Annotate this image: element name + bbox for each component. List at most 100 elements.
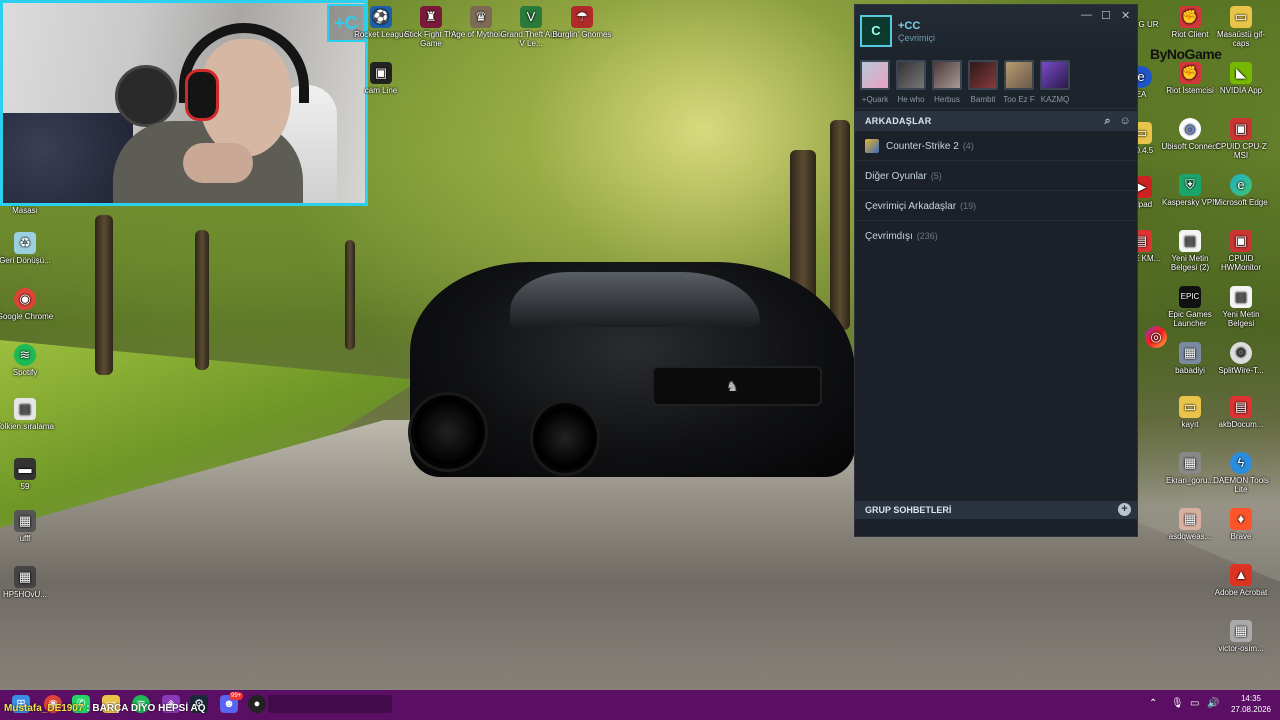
desktop-icon-hp5hovu[interactable]: ▦ HP5HOvU...	[0, 566, 56, 599]
desktop-icon-spotify[interactable]: ≋ Spotify	[0, 344, 56, 377]
friend-group-row[interactable]: Diğer Oyunlar (5)	[855, 161, 1137, 191]
pdf-icon: ▤	[1230, 396, 1252, 418]
friend-group-label: Çevrimiçi Arkadaşlar	[865, 201, 957, 212]
recent-friend-avatar[interactable]	[1040, 60, 1070, 90]
friend-group-row[interactable]: Çevrimdışı (236)	[855, 221, 1137, 251]
maximize-icon[interactable]: ☐	[1101, 9, 1111, 22]
friend-group-count: (236)	[916, 231, 938, 241]
desktop-icon-59[interactable]: ▬ 59	[0, 458, 56, 491]
taskbar-search[interactable]	[268, 695, 392, 713]
chat-username: Mustafa_DE1907	[4, 703, 84, 714]
image-file-icon: ▦	[1179, 452, 1201, 474]
desktop-icon-daemon-tools[interactable]: ϟ DAEMON Tools Lite	[1210, 452, 1272, 494]
volume-icon[interactable]: 🔊	[1207, 698, 1219, 709]
cpuz-icon: ▣	[1230, 118, 1252, 140]
stick-fight-icon: ♜	[420, 6, 442, 28]
gta-v-icon: V	[520, 6, 542, 28]
cam-line-icon: ▣	[370, 62, 392, 84]
folder-icon: ▭	[1179, 396, 1201, 418]
chevron-up-icon[interactable]: ⌃	[1149, 698, 1157, 709]
friends-window[interactable]: C +CC Çevrimiçi — ☐ ✕ +Quark He who Herb…	[854, 4, 1138, 537]
desktop-icon-masasi[interactable]: Masası	[0, 206, 56, 215]
webcam-overlay	[0, 0, 368, 206]
car-wheel	[530, 400, 600, 476]
notification-badge: 99+	[229, 692, 244, 700]
recent-friend-name: KAZMQ	[1040, 95, 1070, 104]
splitwire-icon: ⚙	[1230, 342, 1252, 364]
recent-friend-name: Herbus	[934, 95, 960, 104]
wallpaper-tree-trunk	[95, 215, 113, 375]
desktop-icon-splitwire[interactable]: ⚙ SplitWire-T...	[1210, 342, 1272, 375]
friend-group-row[interactable]: Çevrimiçi Arkadaşlar (19)	[855, 191, 1137, 221]
recent-friend-avatar[interactable]	[860, 60, 890, 90]
desktop-icon-cam-line[interactable]: ▣ cam Line	[350, 62, 412, 95]
burglin-gnomes-icon: ☂	[571, 6, 593, 28]
epic-games-icon: EPIC	[1179, 286, 1201, 308]
add-group-chat-icon[interactable]: +	[1118, 503, 1131, 516]
recent-friend-name: Too Ez F	[1003, 95, 1035, 104]
desktop-icon-recycle-bin[interactable]: ♻ Geri Dönüşü...	[0, 232, 56, 265]
desktop-icon-ufff[interactable]: ▦ ufff	[0, 510, 56, 543]
microphone-icon[interactable]: 🎙	[1171, 698, 1184, 709]
friends-header: C +CC Çevrimiçi — ☐ ✕	[855, 5, 1137, 57]
riot-icon: ✊	[1179, 62, 1201, 84]
rocket-league-icon: ⚽	[370, 6, 392, 28]
age-of-mythology-icon: ♛	[470, 6, 492, 28]
friend-group-label: Counter-Strike 2	[886, 141, 959, 152]
desktop-icon-victor-osim[interactable]: ▦ victor-osim...	[1210, 620, 1272, 653]
desktop-icon-burglin-gnomes[interactable]: ☂ Burglin' Gnomes	[551, 6, 613, 39]
instagram-icon: ◎	[1145, 326, 1167, 348]
obs-taskbar-icon[interactable]: ●	[248, 695, 266, 713]
minimize-icon[interactable]: —	[1081, 9, 1092, 21]
desktop-icon-nvidia[interactable]: ◣ NVIDIA App	[1210, 62, 1272, 95]
user-avatar[interactable]: C	[860, 15, 892, 47]
friend-group-label: Çevrimdışı	[865, 231, 913, 242]
group-chats-header[interactable]: GRUP SOHBETLERİ +	[855, 501, 1137, 519]
user-name[interactable]: +CC	[898, 20, 920, 32]
text-file-icon: ▤	[1230, 286, 1252, 308]
recent-friend-avatar[interactable]	[1004, 60, 1034, 90]
system-clock[interactable]: 14:35 27.08.2026	[1226, 693, 1276, 715]
taskbar: ⊞ ◉ ✆ ▭ ≋ ◈ ⚙ ☻ ● 99+ Mustafa_DE1907 : B…	[0, 690, 1280, 720]
image-file-icon: ▦	[1179, 508, 1201, 530]
wallpaper-tree-trunk	[345, 240, 355, 350]
image-file-icon: ▬	[14, 458, 36, 480]
desktop-icon-brave[interactable]: ♦ Brave	[1210, 508, 1272, 541]
friends-section-title: ARKADAŞLAR	[865, 116, 932, 126]
wallpaper-tree-trunk	[195, 230, 209, 370]
friend-group-row[interactable]: Counter-Strike 2 (4)	[855, 131, 1137, 161]
desktop-icon-edge[interactable]: e Microsoft Edge	[1210, 174, 1272, 207]
desktop-icon-yeni-metin[interactable]: ▤ Yeni Metin Belgesi	[1210, 286, 1272, 328]
image-file-icon: ▦	[14, 510, 36, 532]
hwmonitor-icon: ▣	[1230, 230, 1252, 252]
friends-section-header: ARKADAŞLAR ⌕ ☺	[855, 111, 1137, 131]
chrome-icon: ◉	[14, 288, 36, 310]
add-friend-icon[interactable]: ☺	[1119, 111, 1131, 131]
recent-friend-avatar[interactable]	[932, 60, 962, 90]
search-icon[interactable]: ⌕	[1105, 111, 1111, 131]
brand-overlay: ByNoGame	[1150, 46, 1222, 62]
recent-friend-avatar[interactable]	[896, 60, 926, 90]
display-icon[interactable]: ▭	[1190, 698, 1199, 709]
recent-friend-avatar[interactable]	[968, 60, 998, 90]
desktop-icon-instagram[interactable]: ◎	[1136, 326, 1176, 350]
desktop-icon-tolkien[interactable]: ▤ Tolkien sıralama	[0, 398, 56, 431]
ubisoft-icon: ◎	[1179, 118, 1201, 140]
image-file-icon: ▦	[1230, 620, 1252, 642]
desktop-icon-hwmonitor[interactable]: ▣ CPUID HWMonitor	[1210, 230, 1272, 272]
chat-overlay: Mustafa_DE1907 : BARÇA DİYO HEPSİ AQ	[4, 703, 206, 714]
close-icon[interactable]: ✕	[1121, 9, 1130, 22]
desktop-icon-chrome[interactable]: ◉ Google Chrome	[0, 288, 56, 321]
desktop-icon-akb-document[interactable]: ▤ akbDocum...	[1210, 396, 1272, 429]
user-status[interactable]: Çevrimiçi	[898, 33, 935, 43]
webcam-person-hand	[183, 143, 253, 183]
riot-icon: ✊	[1179, 6, 1201, 28]
desktop-icon-cpuz[interactable]: ▣ CPUID CPU-Z MSI	[1210, 118, 1272, 160]
recent-friend-name: +Quark	[861, 95, 889, 104]
clock-time: 14:35	[1240, 694, 1262, 703]
document-icon: ▤	[14, 398, 36, 420]
desktop-icon-adobe-acrobat[interactable]: ▲ Adobe Acrobat	[1210, 564, 1272, 597]
nvidia-icon: ◣	[1230, 62, 1252, 84]
friend-group-count: (5)	[930, 171, 942, 181]
desktop-icon-masaustu-gif-caps[interactable]: ▭ Masaüstü gif-caps	[1210, 6, 1272, 48]
